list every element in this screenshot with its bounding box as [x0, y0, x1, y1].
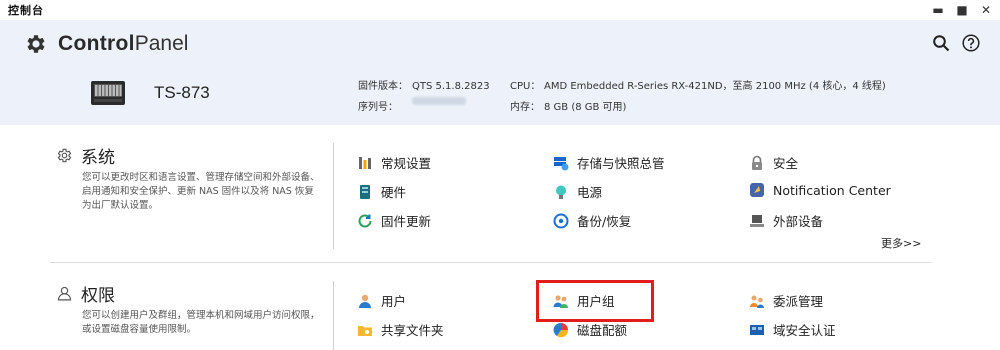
menu-firmware-update[interactable]: 固件更新 — [357, 211, 431, 230]
window-title-bar: 控制台 ▬ ■ ✕ — [0, 0, 1000, 20]
menu-user-groups[interactable]: 用户组 — [553, 291, 615, 310]
delegate-icon — [750, 295, 764, 308]
minimize-button[interactable]: ▬ — [932, 2, 944, 18]
menu-label: 委派管理 — [773, 294, 824, 309]
menu-hardware[interactable]: 硬件 — [357, 182, 406, 201]
more-link[interactable]: 更多>> — [881, 235, 921, 251]
menu-label: 用户 — [381, 294, 407, 309]
firmware-update-icon — [358, 214, 372, 227]
menu-label: Notification Center — [773, 182, 891, 198]
lock-icon — [752, 155, 762, 170]
menu-disk-quota[interactable]: 磁盘配额 — [553, 320, 627, 339]
memory-label: 内存： — [510, 102, 540, 113]
menu-label: 存储与快照总管 — [577, 156, 665, 171]
quota-icon — [553, 322, 569, 337]
search-icon[interactable] — [932, 34, 950, 52]
gear-icon — [27, 35, 45, 53]
privilege-description: 您可以创建用户及群组，管理本机和网域用户访问权限，或设置磁盘容量使用限制。 — [82, 310, 320, 335]
menu-label: 共享文件夹 — [381, 323, 444, 338]
menu-label: 备份/恢复 — [577, 214, 632, 229]
person-outline-icon — [57, 286, 72, 301]
menu-external-device[interactable]: 外部设备 — [749, 211, 823, 230]
menu-label: 安全 — [773, 156, 799, 171]
window-title: 控制台 — [8, 4, 44, 17]
maximize-button[interactable]: ■ — [956, 2, 968, 18]
close-button[interactable]: ✕ — [980, 2, 992, 18]
cpu-value: AMD Embedded R-Series RX-421ND，至高 2100 M… — [544, 81, 886, 92]
menu-security[interactable]: 安全 — [749, 153, 798, 172]
menu-label: 用户组 — [577, 294, 615, 309]
menu-label: 外部设备 — [773, 214, 824, 229]
menu-domain-security[interactable]: 域安全认证 — [749, 320, 836, 339]
firmware-value: QTS 5.1.8.2823 — [412, 81, 490, 92]
logo-text-control: Control — [58, 32, 135, 55]
hardware-info: CPU： AMD Embedded R-Series RX-421ND，至高 21… — [510, 76, 886, 118]
nas-device-icon — [91, 81, 125, 105]
menu-label: 域安全认证 — [773, 323, 836, 338]
section-divider-vertical — [333, 281, 334, 350]
user-group-icon — [553, 294, 568, 308]
section-title-privilege: 权限 — [81, 286, 115, 306]
general-settings-icon — [359, 156, 371, 169]
hardware-icon — [360, 184, 370, 199]
privilege-section: 权限 您可以创建用户及群组，管理本机和网域用户访问权限，或设置磁盘容量使用限制。… — [0, 263, 1000, 350]
external-device-icon — [750, 214, 764, 227]
menu-general-settings[interactable]: 常规设置 — [357, 153, 431, 172]
app-logo: ControlPanel — [24, 32, 188, 56]
serial-value-redacted — [412, 97, 466, 105]
settings-gear-icon — [57, 148, 72, 163]
notification-icon — [750, 183, 764, 197]
system-section: 系统 您可以更改时区和语言设置、管理存储空间和外部设备、启用通知和安全保护、更新… — [0, 125, 1000, 262]
menu-users[interactable]: 用户 — [357, 291, 406, 310]
firmware-info: 固件版本： QTS 5.1.8.2823 序列号： — [358, 76, 490, 118]
menu-delegated-admin[interactable]: 委派管理 — [749, 291, 823, 310]
firmware-label: 固件版本： — [358, 81, 408, 92]
logo-text-panel: Panel — [134, 32, 189, 55]
storage-icon — [554, 156, 569, 170]
control-panel-header: ControlPanel TS-873 固件版本： QTS 5.1.8.2823 … — [0, 20, 1000, 125]
section-divider-vertical — [333, 143, 334, 249]
serial-label: 序列号： — [358, 102, 398, 113]
memory-value: 8 GB (8 GB 可用) — [544, 102, 627, 113]
menu-label: 电源 — [577, 185, 603, 200]
power-icon — [556, 185, 566, 199]
menu-label: 硬件 — [381, 185, 407, 200]
menu-label: 常规设置 — [381, 156, 432, 171]
user-icon — [359, 294, 371, 308]
menu-label: 固件更新 — [381, 214, 432, 229]
device-model: TS-873 — [154, 83, 210, 102]
shared-folder-icon — [358, 325, 372, 336]
menu-backup-restore[interactable]: 备份/恢复 — [553, 211, 631, 230]
domain-icon — [750, 324, 764, 335]
system-description: 您可以更改时区和语言设置、管理存储空间和外部设备、启用通知和安全保护、更新 NA… — [82, 172, 320, 211]
device-summary: TS-873 — [90, 80, 210, 106]
menu-storage-snapshots[interactable]: 存储与快照总管 — [553, 153, 665, 172]
menu-label: 磁盘配额 — [577, 323, 628, 338]
menu-shared-folders[interactable]: 共享文件夹 — [357, 320, 444, 339]
menu-notification-center[interactable]: Notification Center — [749, 182, 891, 198]
cpu-label: CPU： — [510, 81, 541, 92]
backup-icon — [553, 213, 569, 228]
menu-power[interactable]: 电源 — [553, 182, 602, 201]
help-icon[interactable] — [962, 34, 980, 52]
section-title-system: 系统 — [81, 148, 115, 168]
